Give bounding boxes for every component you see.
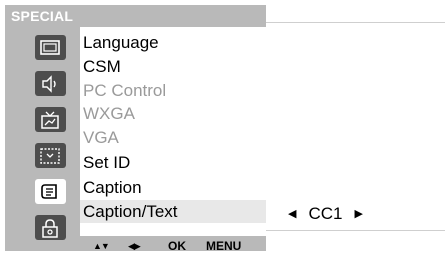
screen-icon <box>34 143 66 168</box>
menu-item-caption[interactable]: Caption <box>80 176 266 199</box>
lock-category[interactable] <box>25 209 75 246</box>
sound-icon <box>34 71 66 96</box>
menu-item-csm[interactable]: CSM <box>80 55 266 78</box>
picture-icon <box>34 35 66 60</box>
time-category[interactable] <box>25 101 75 138</box>
menu-item-pc-control: PC Control <box>83 81 167 100</box>
caption-mode-value: CC1 <box>308 204 343 223</box>
menu-key-hint: MENU <box>206 239 242 253</box>
menu-item-vga: VGA <box>83 128 119 147</box>
sound-category[interactable] <box>25 65 75 102</box>
menu-item-wxga: WXGA <box>83 104 135 123</box>
left-arrow-icon[interactable]: ◀ <box>288 208 296 220</box>
time-icon <box>34 107 66 132</box>
leftright-key-hint: ◀▶ <box>128 241 141 251</box>
navigation-hint-bar: ▲▼ ◀▶ OK MENU <box>85 237 266 255</box>
special-menu-list: Language CSM PC Control WXGA VGA Set ID … <box>80 27 266 236</box>
picture-category[interactable] <box>25 29 75 66</box>
submenu-top-divider <box>266 22 445 23</box>
ok-key-hint: OK <box>168 239 186 253</box>
menu-title: SPECIAL <box>11 8 74 24</box>
right-arrow-icon[interactable]: ▶ <box>354 208 362 220</box>
screen-category[interactable] <box>25 137 75 174</box>
updown-key-hint: ▲▼ <box>93 241 110 251</box>
menu-item-caption-text[interactable]: Caption/Text <box>80 200 266 223</box>
caption-text-submenu: ◀ CC1 ▶ <box>266 22 445 231</box>
lock-icon <box>34 215 66 240</box>
submenu-bottom-divider <box>266 230 445 231</box>
special-category[interactable] <box>25 173 75 210</box>
menu-item-set-id[interactable]: Set ID <box>80 151 266 174</box>
osd-menu-panel: SPECIAL Language CSM PC Control WXGA VGA… <box>5 5 266 253</box>
caption-mode-selector[interactable]: ◀ CC1 ▶ <box>288 202 363 226</box>
category-icon-rail <box>25 29 75 244</box>
special-icon <box>34 179 66 204</box>
menu-item-language[interactable]: Language <box>80 31 266 54</box>
